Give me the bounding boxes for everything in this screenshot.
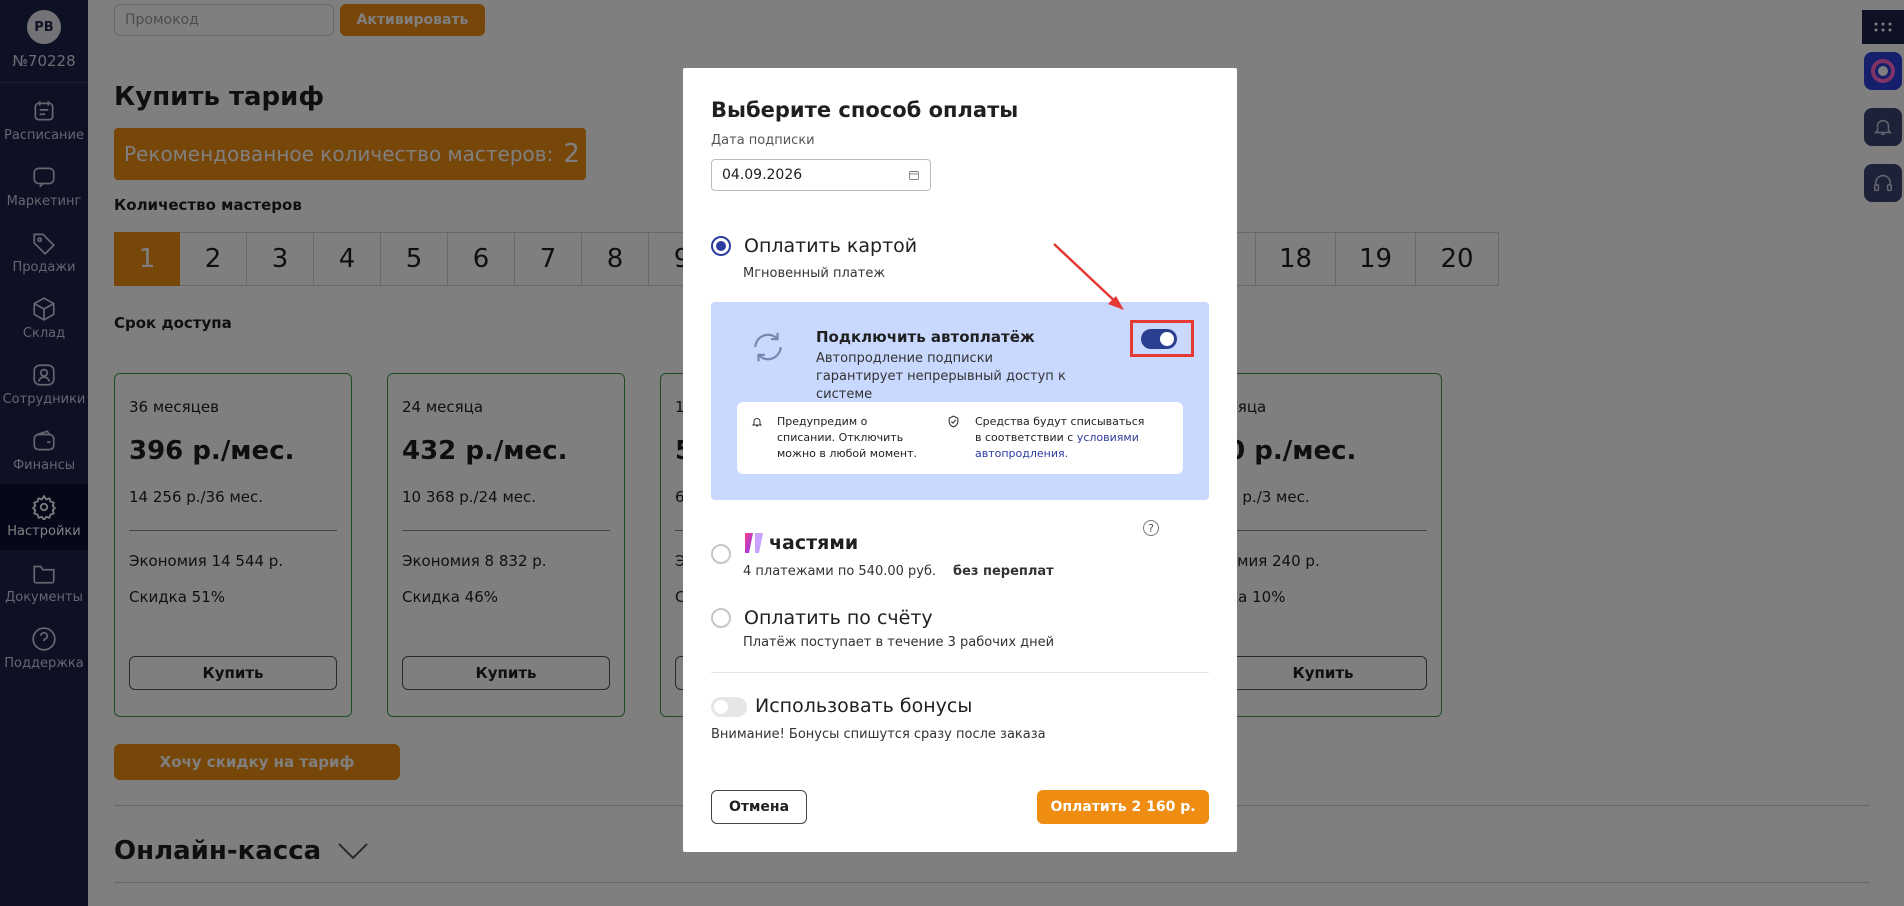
date-label: Дата подписки (711, 133, 815, 148)
divider (711, 672, 1209, 673)
bonus-title[interactable]: Использовать бонусы (755, 695, 972, 717)
dialog-title: Выберите способ оплаты (711, 98, 1019, 122)
parts-brand[interactable]: частями (743, 531, 858, 555)
subscription-date-field[interactable]: 04.09.2026 (711, 159, 931, 191)
payment-method-dialog: Выберите способ оплаты Дата подписки 04.… (683, 68, 1237, 852)
pay-card-title[interactable]: Оплатить картой (744, 235, 917, 257)
calendar-icon[interactable] (908, 169, 920, 181)
autopay-panel: Подключить автоплатёж Автопродление подп… (711, 302, 1209, 500)
bonus-toggle[interactable] (711, 697, 747, 717)
autopay-warning-text: Предупредим о списании. Отключить можно … (777, 415, 917, 460)
autopay-terms-text: Средства будут списываться в соответстви… (975, 414, 1145, 462)
pay-card-subtitle: Мгновенный платеж (743, 266, 886, 281)
pay-invoice-subtitle: Платёж поступает в течение 3 рабочих дне… (743, 635, 1055, 650)
parts-brand-name: частями (769, 532, 859, 554)
pay-button[interactable]: Оплатить 2 160 р. (1037, 790, 1209, 824)
highlight-frame (1130, 320, 1194, 357)
autopay-description: Автопродление подписки гарантирует непре… (816, 351, 1066, 402)
refresh-icon (754, 332, 782, 362)
terms-suffix: . (1064, 447, 1069, 460)
autopay-title: Подключить автоплатёж (816, 328, 1035, 346)
pay-card-radio[interactable] (711, 236, 731, 256)
bell-icon (751, 418, 763, 427)
bonus-note: Внимание! Бонусы спишутся сразу после за… (711, 727, 1046, 742)
parts-logo-icon (745, 533, 763, 553)
parts-subtitle: 4 платежами по 540.00 руб. (743, 564, 937, 579)
date-value: 04.09.2026 (722, 167, 803, 183)
autopay-info-card: Предупредим о списании. Отключить можно … (737, 402, 1183, 474)
pay-invoice-radio[interactable] (711, 608, 731, 628)
pay-parts-radio[interactable] (711, 544, 731, 564)
autopay-toggle[interactable] (1141, 329, 1177, 349)
annotation-arrow-icon (1053, 243, 1124, 310)
shield-check-icon (948, 415, 959, 428)
pay-invoice-title[interactable]: Оплатить по счёту (744, 607, 933, 629)
parts-help-icon[interactable]: ? (1143, 520, 1159, 536)
parts-badge: без переплат (953, 564, 1054, 579)
cancel-button[interactable]: Отмена (711, 790, 807, 824)
